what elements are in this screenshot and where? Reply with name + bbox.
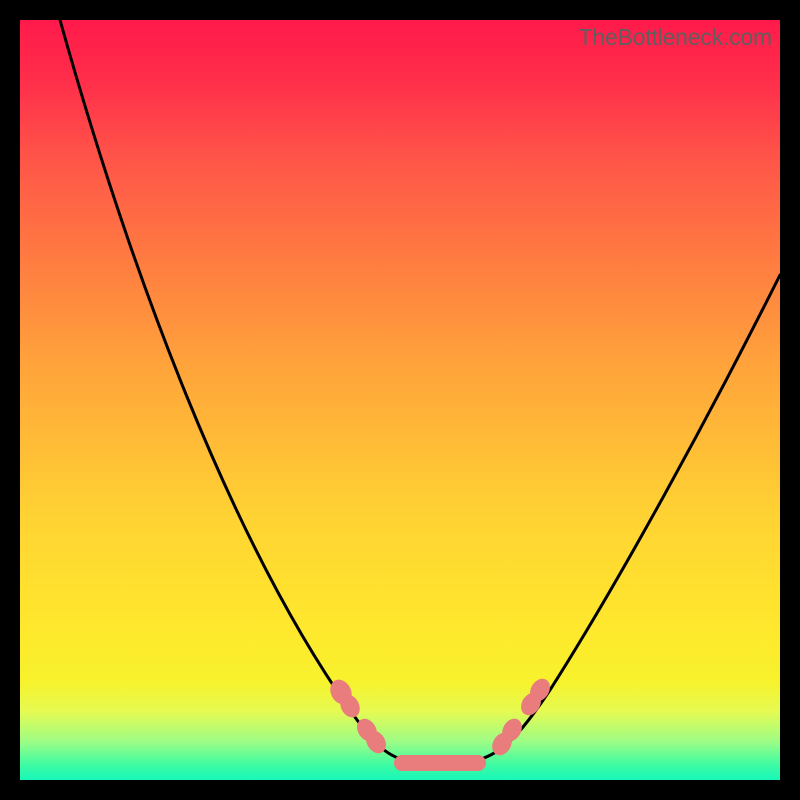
curve-left-branch	[60, 20, 415, 762]
bottleneck-curve	[20, 20, 780, 780]
curve-right-branch	[468, 275, 780, 762]
marker-trough	[394, 755, 486, 771]
chart-frame: TheBottleneck.com	[20, 20, 780, 780]
